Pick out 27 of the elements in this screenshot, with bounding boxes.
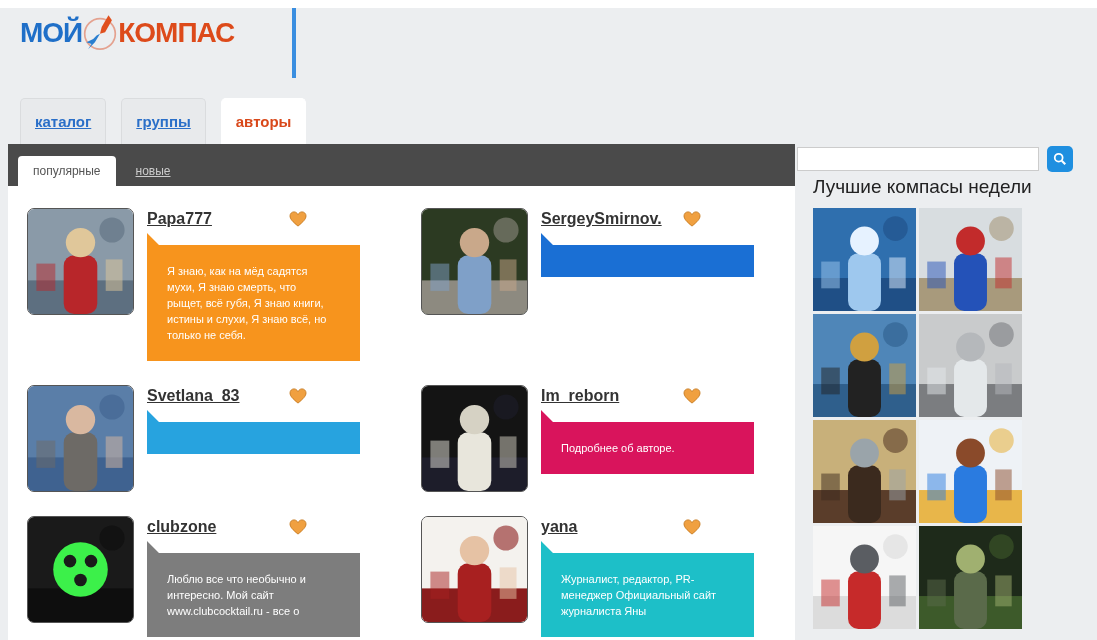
- section-title: Лучшие компасы недели: [813, 176, 1033, 198]
- author-name[interactable]: SergeySmirnov.: [541, 210, 662, 228]
- logo-text[interactable]: КОМПАС: [118, 17, 235, 49]
- tab[interactable]: авторы: [220, 98, 307, 144]
- search-field[interactable]: [797, 147, 1039, 171]
- author-bio: Подробнее об авторе.: [560, 441, 676, 456]
- heart-icon[interactable]: [683, 211, 701, 227]
- author-bio: Люблю все что необычно и интересно. Мой сайт www.clubcocktail.ru - все о: [166, 572, 307, 619]
- author-name[interactable]: clubzone: [147, 518, 217, 536]
- author-bio: Я знаю, как на мёд садятся мухи, Я знаю смерть, что рыщет, всё губя, Я знаю книги, истины и слухи, Я знаю всё, но только не себя.: [166, 264, 328, 343]
- subtab[interactable]: популярные: [18, 156, 116, 186]
- heart-icon[interactable]: [683, 388, 701, 404]
- search-button[interactable]: [1047, 146, 1073, 172]
- tab[interactable]: каталог: [20, 98, 107, 144]
- heart-icon[interactable]: [289, 388, 307, 404]
- author-name[interactable]: Im_reborn: [541, 387, 620, 405]
- author-name[interactable]: yana: [541, 518, 578, 536]
- heart-icon[interactable]: [683, 519, 701, 535]
- heart-icon[interactable]: [289, 519, 307, 535]
- logo-text[interactable]: МОЙ: [20, 17, 83, 49]
- search-icon: [1053, 152, 1067, 166]
- heart-icon[interactable]: [289, 211, 307, 227]
- author-name[interactable]: Svetlana_83: [147, 387, 240, 405]
- tab[interactable]: группы: [121, 98, 206, 144]
- subtab[interactable]: новые: [123, 156, 183, 186]
- author-bio: Журналист, редактор, PR-менеджер Официальный сайт журналиста Яны: [560, 572, 718, 619]
- author-name[interactable]: Papa777: [147, 210, 212, 228]
